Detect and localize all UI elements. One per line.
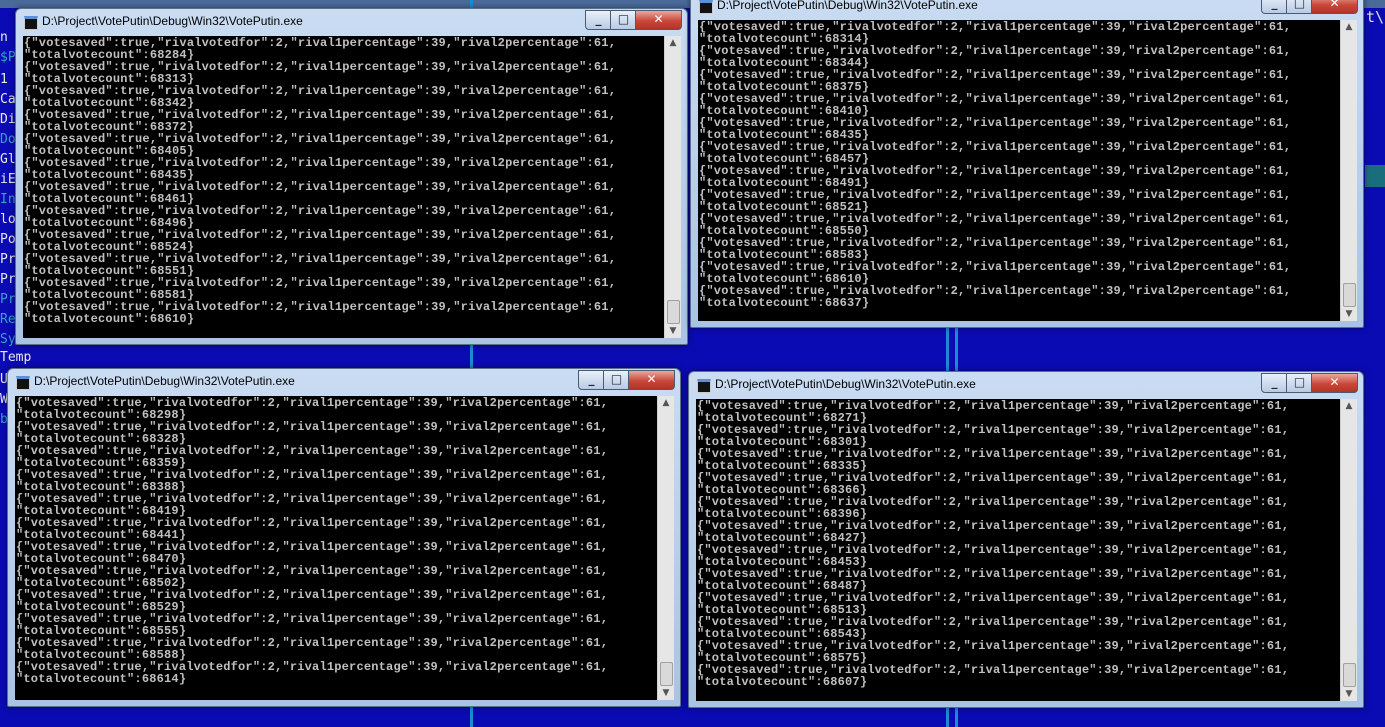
scroll-down-icon[interactable]: ▼ — [1341, 307, 1357, 321]
count-key: "totalvotecount": — [699, 296, 825, 310]
total-vote-count: 68614 — [141, 672, 179, 686]
count-key: "totalvotecount": — [24, 312, 150, 326]
background-line: Pr — [0, 292, 16, 307]
window-title: D:\Project\VotePutin\Debug\Win32\VotePut… — [42, 14, 303, 28]
minimize-button[interactable]: _ — [1261, 0, 1288, 14]
vertical-scrollbar[interactable]: ▲ ▼ — [664, 36, 681, 338]
maximize-button[interactable]: □ — [603, 370, 630, 390]
background-line: Gl — [0, 152, 16, 167]
vertical-scrollbar[interactable]: ▲ ▼ — [657, 396, 674, 700]
window-titlebar[interactable]: D:\Project\VotePutin\Debug\Win32\VotePut… — [8, 369, 680, 395]
maximize-button[interactable]: □ — [1286, 0, 1313, 14]
console-window-top-right[interactable]: D:\Project\VotePutin\Debug\Win32\VotePut… — [690, 0, 1364, 328]
scroll-down-icon[interactable]: ▼ — [665, 324, 681, 338]
console-window-bottom-left[interactable]: D:\Project\VotePutin\Debug\Win32\VotePut… — [7, 368, 681, 707]
scroll-up-icon[interactable]: ▲ — [665, 36, 681, 50]
console-app-icon[interactable] — [699, 0, 713, 14]
background-line: Temp — [0, 350, 32, 365]
window-titlebar[interactable]: D:\Project\VotePutin\Debug\Win32\VotePut… — [16, 9, 687, 35]
background-line: Di — [0, 112, 16, 127]
scroll-up-icon[interactable]: ▲ — [1341, 20, 1357, 34]
close-button[interactable]: ✕ — [635, 10, 682, 30]
closing-brace: } — [861, 296, 870, 310]
count-key: "totalvotecount": — [697, 675, 823, 689]
console-app-icon[interactable] — [697, 379, 711, 393]
close-button[interactable]: ✕ — [628, 370, 675, 390]
console-output[interactable]: {"votesaved":true,"rivalvotedfor":2,"riv… — [698, 20, 1340, 321]
background-highlight — [1365, 165, 1385, 187]
background-line: In — [0, 192, 16, 207]
total-vote-count: 68610 — [149, 312, 187, 326]
window-title: D:\Project\VotePutin\Debug\Win32\VotePut… — [715, 377, 976, 391]
scroll-down-icon[interactable]: ▼ — [1341, 687, 1357, 701]
background-right-text: t\ — [1366, 8, 1385, 26]
background-line: Pr — [0, 272, 16, 287]
scroll-thumb[interactable] — [660, 662, 673, 686]
scroll-thumb[interactable] — [1343, 283, 1356, 307]
background-line: 1 — [0, 72, 8, 87]
minimize-button[interactable]: _ — [585, 10, 612, 30]
scroll-thumb[interactable] — [1343, 663, 1356, 687]
window-titlebar[interactable]: D:\Project\VotePutin\Debug\Win32\VotePut… — [691, 0, 1363, 19]
background-line: Sy — [0, 332, 16, 347]
console-app-icon[interactable] — [16, 376, 30, 390]
console-line-count: "totalvotecount":68607} — [697, 676, 1340, 688]
background-line: Po — [0, 232, 16, 247]
background-line: Pr — [0, 252, 16, 267]
total-vote-count: 68607 — [822, 675, 860, 689]
window-titlebar[interactable]: D:\Project\VotePutin\Debug\Win32\VotePut… — [689, 372, 1363, 398]
console-output[interactable]: {"votesaved":true,"rivalvotedfor":2,"riv… — [696, 399, 1340, 701]
console-output[interactable]: {"votesaved":true,"rivalvotedfor":2,"riv… — [15, 396, 657, 700]
console-line-count: "totalvotecount":68637} — [699, 297, 1340, 309]
scroll-thumb[interactable] — [667, 300, 680, 324]
background-line: $P — [0, 50, 16, 65]
background-line: Re — [0, 312, 16, 327]
minimize-button[interactable]: _ — [578, 370, 605, 390]
scroll-up-icon[interactable]: ▲ — [658, 396, 674, 410]
console-window-bottom-right[interactable]: D:\Project\VotePutin\Debug\Win32\VotePut… — [688, 371, 1364, 708]
scroll-down-icon[interactable]: ▼ — [658, 686, 674, 700]
close-button[interactable]: ✕ — [1311, 0, 1358, 14]
maximize-button[interactable]: □ — [610, 10, 637, 30]
scroll-up-icon[interactable]: ▲ — [1341, 399, 1357, 413]
closing-brace: } — [186, 312, 195, 326]
maximize-button[interactable]: □ — [1286, 373, 1313, 393]
background-line: Ca — [0, 92, 16, 107]
minimize-button[interactable]: _ — [1261, 373, 1288, 393]
vertical-scrollbar[interactable]: ▲ ▼ — [1340, 20, 1357, 321]
background-line: lo — [0, 212, 16, 227]
window-title: D:\Project\VotePutin\Debug\Win32\VotePut… — [34, 374, 295, 388]
background-line: iE — [0, 172, 16, 187]
background-line: Do — [0, 132, 16, 147]
close-button[interactable]: ✕ — [1311, 373, 1358, 393]
vertical-scrollbar[interactable]: ▲ ▼ — [1340, 399, 1357, 701]
background-line: n — [0, 30, 8, 45]
console-output[interactable]: {"votesaved":true,"rivalvotedfor":2,"riv… — [23, 36, 664, 338]
console-line-count: "totalvotecount":68610} — [24, 313, 664, 325]
window-title: D:\Project\VotePutin\Debug\Win32\VotePut… — [717, 0, 978, 12]
closing-brace: } — [178, 672, 187, 686]
console-window-top-left[interactable]: D:\Project\VotePutin\Debug\Win32\VotePut… — [15, 8, 688, 345]
closing-brace: } — [859, 675, 868, 689]
total-vote-count: 68637 — [824, 296, 862, 310]
console-app-icon[interactable] — [24, 16, 38, 30]
console-line-count: "totalvotecount":68614} — [16, 673, 657, 685]
count-key: "totalvotecount": — [16, 672, 142, 686]
